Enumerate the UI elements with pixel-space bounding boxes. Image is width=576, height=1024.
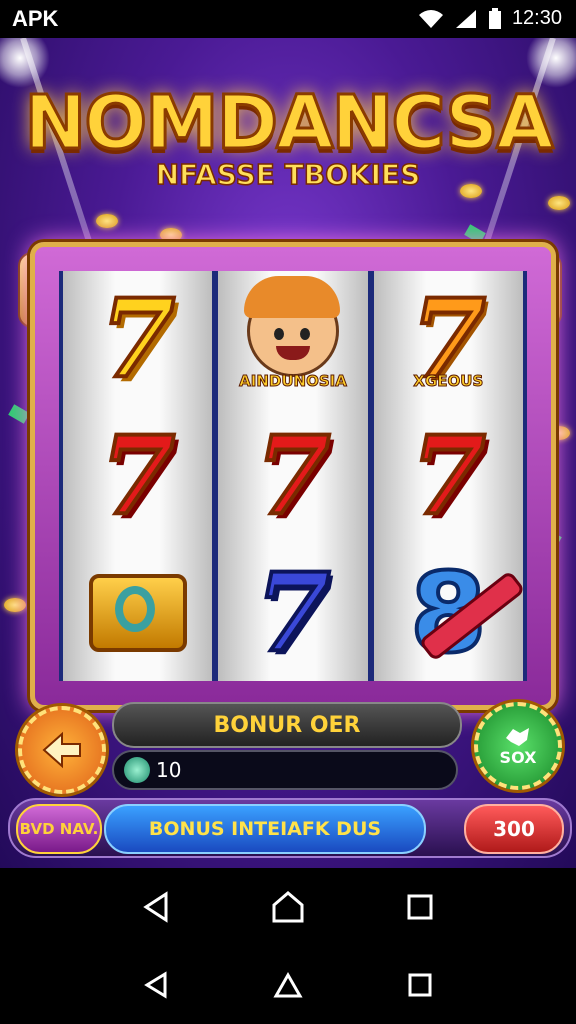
reel-cell bbox=[63, 544, 212, 681]
reel-3: 7 XGEOUS 7 8 bbox=[373, 271, 523, 681]
recents-icon bbox=[407, 894, 433, 920]
app-label: APK bbox=[12, 6, 59, 31]
gem-icon bbox=[124, 757, 150, 783]
wifi-icon bbox=[418, 9, 443, 28]
reel-cell: 7 bbox=[63, 271, 212, 408]
credit-pill-button[interactable]: 300 bbox=[464, 804, 564, 854]
bet-field[interactable]: 10 bbox=[112, 750, 458, 790]
seven-symbol: 7 bbox=[253, 413, 332, 539]
status-bar: APK 12:30 bbox=[0, 0, 576, 38]
system-nav-bar bbox=[0, 946, 576, 1024]
game-canvas[interactable]: NOMDANCSA NFASSE TBOKIES 7 7 AINDUNOSIA … bbox=[0, 38, 576, 868]
back-icon bbox=[144, 971, 167, 999]
back-button[interactable] bbox=[136, 965, 176, 1005]
eight-symbol: 8 bbox=[408, 547, 489, 679]
reel-cell: 7 bbox=[218, 544, 367, 681]
map-icon bbox=[506, 727, 529, 746]
reel-cell: 7 XGEOUS bbox=[374, 271, 523, 408]
battery-icon bbox=[488, 7, 501, 29]
home-button[interactable] bbox=[268, 887, 308, 927]
coin-icon bbox=[96, 214, 118, 228]
home-icon bbox=[273, 971, 303, 998]
reel-1: 7 7 bbox=[63, 271, 213, 681]
game-title: NOMDANCSA bbox=[23, 79, 555, 168]
slot-machine-frame: 7 7 AINDUNOSIA 7 7 7 XGEOUS 7 8 bbox=[30, 242, 556, 710]
bottom-control-strip: BVD NAV. BONUS INTEIAFK DUS 300 bbox=[8, 798, 572, 858]
seven-symbol: 7 bbox=[409, 413, 488, 539]
drum-icon bbox=[88, 573, 187, 652]
spin-arrow-button[interactable] bbox=[18, 706, 106, 794]
seven-symbol: 7 bbox=[253, 549, 332, 676]
bonus-banner: BONUR OER bbox=[112, 702, 462, 748]
reel-cell: AINDUNOSIA bbox=[218, 271, 367, 408]
recents-icon bbox=[408, 973, 432, 997]
character-icon bbox=[243, 276, 340, 378]
back-button[interactable] bbox=[136, 887, 176, 927]
reel-cell: 7 bbox=[218, 408, 367, 545]
home-icon bbox=[272, 891, 304, 923]
box-button-label: SOX bbox=[499, 747, 537, 767]
arrow-icon bbox=[42, 731, 81, 769]
symbol-label: XGEOUS bbox=[413, 371, 484, 390]
home-button[interactable] bbox=[268, 965, 308, 1005]
clock: 12:30 bbox=[511, 7, 562, 29]
reel-2: AINDUNOSIA 7 7 bbox=[218, 271, 368, 681]
coin-icon bbox=[160, 228, 182, 242]
back-icon bbox=[143, 891, 168, 923]
status-icons: 12:30 bbox=[418, 7, 562, 30]
box-button[interactable]: SOX bbox=[474, 702, 562, 790]
reel-cell: 7 bbox=[63, 408, 212, 545]
seven-symbol: 7 bbox=[98, 413, 177, 539]
coin-icon bbox=[548, 196, 570, 210]
coin-icon bbox=[4, 598, 26, 612]
bonus-pill-button[interactable]: BONUS INTEIAFK DUS bbox=[104, 804, 426, 854]
signal-icon bbox=[455, 9, 476, 28]
gem-icon bbox=[8, 404, 30, 424]
reel-cell: 7 bbox=[374, 408, 523, 545]
seven-symbol: 7 bbox=[98, 276, 177, 403]
reel-cell: 8 bbox=[374, 544, 523, 681]
game-subtitle: NFASSE TBOKIES bbox=[155, 157, 421, 192]
recents-button[interactable] bbox=[400, 887, 440, 927]
nav-pill-button[interactable]: BVD NAV. bbox=[16, 804, 102, 854]
gem-icon bbox=[464, 224, 486, 244]
bet-value: 10 bbox=[156, 758, 182, 782]
symbol-label: AINDUNOSIA bbox=[239, 371, 348, 390]
system-nav-bar bbox=[0, 868, 576, 946]
reels: 7 7 AINDUNOSIA 7 7 7 XGEOUS 7 8 bbox=[59, 271, 527, 681]
recents-button[interactable] bbox=[400, 965, 440, 1005]
